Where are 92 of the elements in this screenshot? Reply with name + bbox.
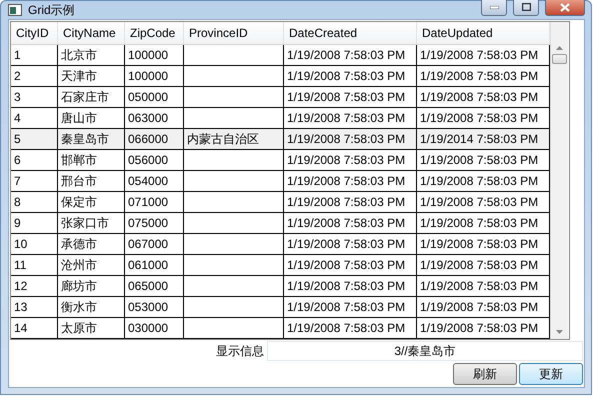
window-title: Grid示例: [28, 2, 76, 18]
table-cell: 061000: [125, 255, 184, 275]
table-row[interactable]: 5 秦皇岛市 066000 内蒙古自治区 1/19/2008 7:58:03 PM 1/19/2014 7:58:03 PM: [11, 129, 550, 150]
table-cell: 066000: [125, 129, 184, 149]
table-row[interactable]: 1 北京市 100000 1/19/2008 7:58:03 PM 1/19/2008 7:58:03 PM: [11, 45, 550, 66]
column-header[interactable]: ZipCode: [125, 22, 184, 44]
table-cell: 1/19/2008 7:58:03 PM: [284, 66, 417, 86]
table-cell: 秦皇岛市: [58, 129, 125, 149]
table-cell: 北京市: [58, 45, 125, 65]
action-button[interactable]: 刷新: [453, 363, 517, 385]
table-cell: 13: [11, 297, 58, 317]
table-cell: 9: [11, 213, 58, 233]
scroll-up-icon: [556, 46, 563, 50]
table-cell: 056000: [125, 150, 184, 170]
table-cell: 053000: [125, 297, 184, 317]
table-cell: 071000: [125, 192, 184, 212]
table-cell: 065000: [125, 276, 184, 296]
table-row[interactable]: 10 承德市 067000 1/19/2008 7:58:03 PM 1/19/2008 7:58:03 PM: [11, 234, 550, 255]
table-cell: 石家庄市: [58, 87, 125, 107]
table-cell: 1/19/2008 7:58:03 PM: [284, 255, 417, 275]
maximize-icon: [522, 3, 530, 11]
table-cell: 8: [11, 192, 58, 212]
maximize-button[interactable]: [513, 0, 539, 16]
minimize-button[interactable]: [481, 0, 507, 16]
table-cell: 邢台市: [58, 171, 125, 191]
table-cell: 067000: [125, 234, 184, 254]
column-header[interactable]: ProvinceID: [184, 22, 284, 44]
table-row[interactable]: 8 保定市 071000 1/19/2008 7:58:03 PM 1/19/2008 7:58:03 PM: [11, 192, 550, 213]
table-cell: 030000: [125, 318, 184, 338]
info-field[interactable]: 3//秦皇岛市: [267, 341, 583, 361]
table-cell: 承德市: [58, 234, 125, 254]
table-cell: 1/19/2008 7:58:03 PM: [284, 297, 417, 317]
table-cell: 1/19/2008 7:58:03 PM: [284, 108, 417, 128]
table-cell: 075000: [125, 213, 184, 233]
table-cell: 1/19/2008 7:58:03 PM: [284, 171, 417, 191]
table-cell: 太原市: [58, 318, 125, 338]
table-cell: 1/19/2008 7:58:03 PM: [284, 213, 417, 233]
info-label: 显示信息: [216, 342, 264, 360]
scroll-down-icon: [556, 330, 563, 334]
table-cell: 054000: [125, 171, 184, 191]
table-cell: 12: [11, 276, 58, 296]
table-cell: 内蒙古自治区: [184, 129, 284, 149]
table-row[interactable]: 11 沧州市 061000 1/19/2008 7:58:03 PM 1/19/2008 7:58:03 PM: [11, 255, 550, 276]
table-cell: 1: [11, 45, 58, 65]
table-row[interactable]: 2 天津市 100000 1/19/2008 7:58:03 PM 1/19/2008 7:58:03 PM: [11, 66, 550, 87]
close-icon: [560, 2, 570, 12]
table-cell: 天津市: [58, 66, 125, 86]
table-cell: 邯郸市: [58, 150, 125, 170]
table-cell: 1/19/2008 7:58:03 PM: [284, 150, 417, 170]
table-cell: 11: [11, 255, 58, 275]
table-cell: 1/19/2008 7:58:03 PM: [284, 234, 417, 254]
column-header[interactable]: CityID: [11, 22, 58, 44]
table-cell: 1/19/2008 7:58:03 PM: [284, 276, 417, 296]
table-cell: 保定市: [58, 192, 125, 212]
column-header[interactable]: DateCreated: [284, 22, 417, 44]
table-cell: 2: [11, 66, 58, 86]
table-cell: 7: [11, 171, 58, 191]
table-cell: 3: [11, 87, 58, 107]
table-row[interactable]: 4 唐山市 063000 1/19/2008 7:58:03 PM 1/19/2008 7:58:03 PM: [11, 108, 550, 129]
table-row[interactable]: 14 太原市 030000 1/19/2008 7:58:03 PM 1/19/2008 7:58:03 PM: [11, 318, 550, 339]
minimize-icon: [490, 6, 498, 8]
scrollbar-thumb[interactable]: [552, 54, 567, 64]
table-cell: 5: [11, 129, 58, 149]
table-row[interactable]: 3 石家庄市 050000 1/19/2008 7:58:03 PM 1/19/2008 7:58:03 PM: [11, 87, 550, 108]
table-cell: 1/19/2008 7:58:03 PM: [284, 129, 417, 149]
table-row[interactable]: 6 邯郸市 056000 1/19/2008 7:58:03 PM 1/19/2008 7:58:03 PM: [11, 150, 550, 171]
table-cell: 沧州市: [58, 255, 125, 275]
table-cell: 张家口市: [58, 213, 125, 233]
table-row[interactable]: 13 衡水市 053000 1/19/2008 7:58:03 PM 1/19/2008 7:58:03 PM: [11, 297, 550, 318]
table-cell: 1/19/2008 7:58:03 PM: [284, 318, 417, 338]
table-cell: 050000: [125, 87, 184, 107]
table-row[interactable]: 9 张家口市 075000 1/19/2008 7:58:03 PM 1/19/2008 7:58:03 PM: [11, 213, 550, 234]
column-header[interactable]: CityName: [58, 22, 125, 44]
table-cell: 6: [11, 150, 58, 170]
table-cell: 1/19/2008 7:58:03 PM: [284, 192, 417, 212]
table-cell: 100000: [125, 66, 184, 86]
table-cell: 4: [11, 108, 58, 128]
table-cell: 唐山市: [58, 108, 125, 128]
table-row[interactable]: 7 邢台市 054000 1/19/2008 7:58:03 PM 1/19/2008 7:58:03 PM: [11, 171, 550, 192]
table-row[interactable]: 12 廊坊市 065000 1/19/2008 7:58:03 PM 1/19/2008 7:58:03 PM: [11, 276, 550, 297]
table-cell: 10: [11, 234, 58, 254]
window-icon: [8, 4, 22, 16]
table-cell: 063000: [125, 108, 184, 128]
vertical-scrollbar[interactable]: [550, 22, 568, 339]
action-button[interactable]: 更新: [519, 363, 583, 385]
close-button[interactable]: [545, 0, 585, 16]
table-cell: 廊坊市: [58, 276, 125, 296]
table-cell: 14: [11, 318, 58, 338]
table-cell: 衡水市: [58, 297, 125, 317]
table-cell: 100000: [125, 45, 184, 65]
table-cell: 1/19/2008 7:58:03 PM: [284, 87, 417, 107]
table-cell: 1/19/2008 7:58:03 PM: [284, 45, 417, 65]
